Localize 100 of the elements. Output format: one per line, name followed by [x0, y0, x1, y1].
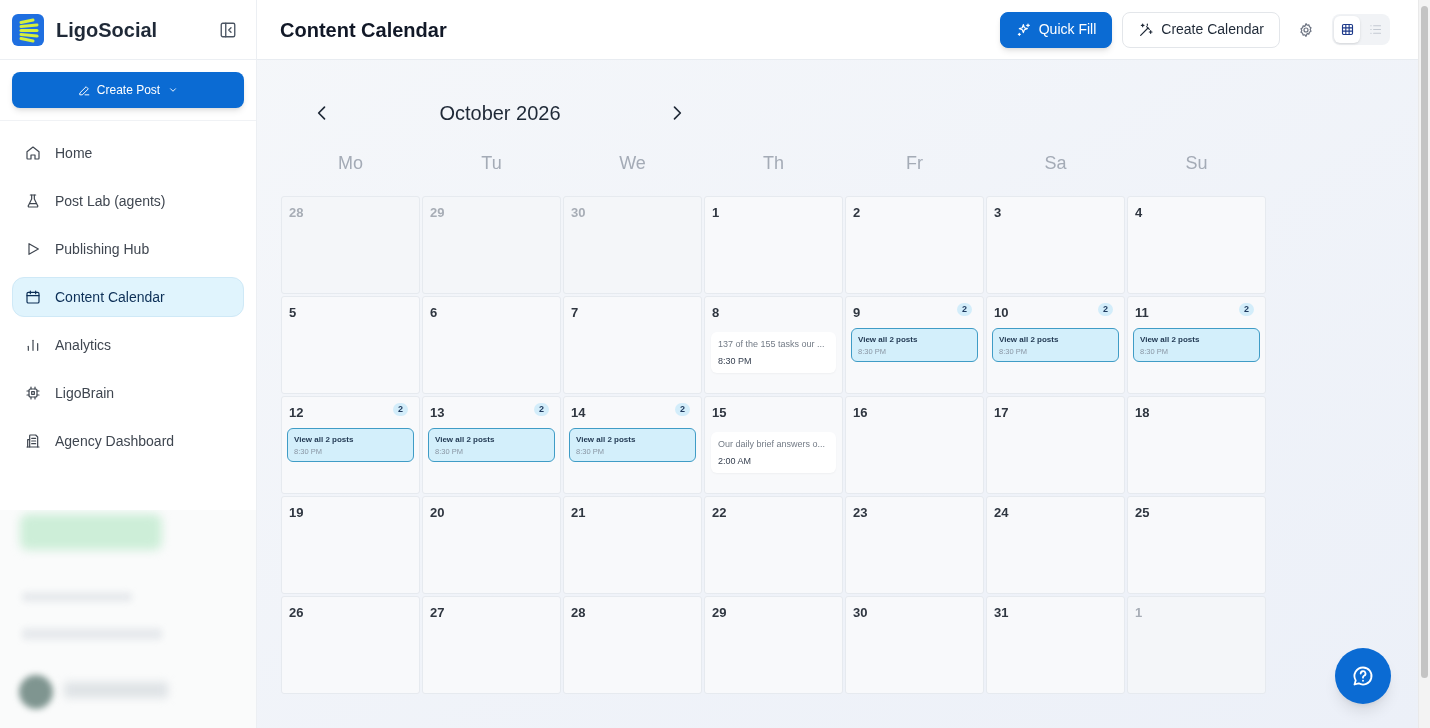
collapse-sidebar-button[interactable]: [219, 20, 237, 39]
day-cell[interactable]: 24: [986, 496, 1125, 594]
post-count-badge: 2: [1239, 303, 1254, 316]
day-number: 26: [289, 605, 304, 621]
scrollbar-thumb[interactable]: [1421, 6, 1428, 678]
day-cell[interactable]: 3: [986, 196, 1125, 294]
post-count-badge: 2: [393, 403, 408, 416]
weekday-label: Mo: [337, 152, 364, 175]
month-title: October 2026: [438, 101, 562, 126]
pencil-icon: [77, 83, 91, 97]
day-number: 13: [430, 405, 445, 421]
grid-view-button[interactable]: [1334, 16, 1360, 43]
nav-item[interactable]: Content Calendar: [12, 277, 244, 317]
magic-wand-icon: [1138, 21, 1155, 38]
day-number: 29: [430, 205, 445, 221]
quick-fill-button[interactable]: Quick Fill: [999, 11, 1113, 48]
day-number: 9: [853, 305, 861, 321]
day-number: 21: [571, 505, 586, 521]
home-icon: [25, 145, 41, 161]
day-cell[interactable]: 6: [422, 296, 561, 394]
logo-icon: [12, 13, 44, 46]
create-post-button[interactable]: Create Post: [12, 72, 244, 108]
day-number: 28: [289, 205, 304, 221]
post-card[interactable]: Our daily brief answers o... 2:00 AM: [711, 432, 836, 473]
day-cell[interactable]: 17: [986, 396, 1125, 494]
nav-item[interactable]: Post Lab (agents): [12, 181, 244, 221]
day-number: 27: [430, 605, 445, 621]
weekday-label: Sa: [1043, 152, 1068, 175]
day-number: 29: [712, 605, 727, 621]
day-cell[interactable]: 31: [986, 596, 1125, 694]
day-number: 12: [289, 405, 304, 421]
day-number: 31: [994, 605, 1009, 621]
sidebar-collapse-icon: [219, 20, 237, 39]
help-button[interactable]: [1335, 648, 1391, 704]
day-cell[interactable]: 22: [704, 496, 843, 594]
day-number: 15: [712, 405, 727, 421]
day-number: 30: [571, 205, 586, 221]
post-group-link[interactable]: View all 2 posts: [576, 434, 689, 445]
day-cell[interactable]: 27: [422, 596, 561, 694]
nav-item[interactable]: Analytics: [12, 325, 244, 365]
day-cell[interactable]: 7: [563, 296, 702, 394]
sparkle-icon: [1015, 21, 1032, 38]
brand-name: LigoSocial: [56, 17, 158, 43]
day-cell[interactable]: 2: [845, 196, 984, 294]
nav-item[interactable]: Agency Dashboard: [12, 421, 244, 461]
flask-icon: [25, 193, 41, 209]
post-excerpt: Our daily brief answers o...: [718, 438, 827, 450]
post-card[interactable]: 137 of the 155 tasks our ... 8:30 PM: [711, 332, 836, 373]
post-group-link[interactable]: View all 2 posts: [999, 334, 1112, 345]
day-cell[interactable]: 4: [1127, 196, 1266, 294]
day-cell[interactable]: 23: [845, 496, 984, 594]
day-cell[interactable]: 18: [1127, 396, 1266, 494]
day-number: 17: [994, 405, 1009, 421]
day-number: 14: [571, 405, 586, 421]
weekday-label: Fr: [905, 152, 924, 175]
chevron-down-icon: [168, 85, 179, 95]
day-cell[interactable]: 25: [1127, 496, 1266, 594]
day-cell[interactable]: 8 137 of the 155 tasks our ... 8:30 PM: [704, 296, 843, 394]
day-number: 30: [853, 605, 868, 621]
day-cell[interactable]: 21: [563, 496, 702, 594]
day-cell[interactable]: 30: [845, 596, 984, 694]
help-chat-icon: [1351, 664, 1375, 688]
day-number: 25: [1135, 505, 1150, 521]
weekday-label: Tu: [480, 152, 503, 175]
avatar-icon: [19, 675, 53, 709]
post-group-link[interactable]: View all 2 posts: [435, 434, 548, 445]
post-excerpt: 137 of the 155 tasks our ...: [718, 338, 826, 350]
post-group-link[interactable]: View all 2 posts: [294, 434, 407, 445]
day-number: 19: [289, 505, 304, 521]
list-icon: [1367, 22, 1383, 37]
post-time: 2:00 AM: [718, 455, 753, 467]
post-group-link[interactable]: View all 2 posts: [1140, 334, 1253, 345]
building-icon: [25, 433, 41, 449]
day-number: 7: [571, 305, 579, 321]
day-cell[interactable]: 20: [422, 496, 561, 594]
bar-chart-icon: [25, 337, 41, 353]
post-group-link[interactable]: View all 2 posts: [858, 334, 971, 345]
nav-item[interactable]: Publishing Hub: [12, 229, 244, 269]
day-cell[interactable]: 19: [281, 496, 420, 594]
day-cell[interactable]: 1: [704, 196, 843, 294]
post-count-badge: 2: [957, 303, 972, 316]
post-time: 8:30 PM: [718, 355, 753, 367]
day-number: 16: [853, 405, 868, 421]
day-number: 6: [430, 305, 438, 321]
day-cell[interactable]: 29: [704, 596, 843, 694]
nav-item[interactable]: LigoBrain: [12, 373, 244, 413]
play-icon: [25, 241, 41, 257]
nav-item[interactable]: Home: [12, 133, 244, 173]
day-cell[interactable]: 16: [845, 396, 984, 494]
day-number: 8: [712, 305, 720, 321]
day-cell[interactable]: 5: [281, 296, 420, 394]
day-number: 3: [994, 205, 1002, 221]
settings-icon: [1298, 21, 1314, 38]
chip-icon: [25, 385, 41, 401]
day-cell[interactable]: 15 Our daily brief answers o... 2:00 AM: [704, 396, 843, 494]
day-cell[interactable]: 26: [281, 596, 420, 694]
create-calendar-button[interactable]: Create Calendar: [1122, 11, 1280, 48]
day-cell[interactable]: 28: [563, 596, 702, 694]
day-number: 23: [853, 505, 868, 521]
day-number: 11: [1135, 305, 1149, 321]
